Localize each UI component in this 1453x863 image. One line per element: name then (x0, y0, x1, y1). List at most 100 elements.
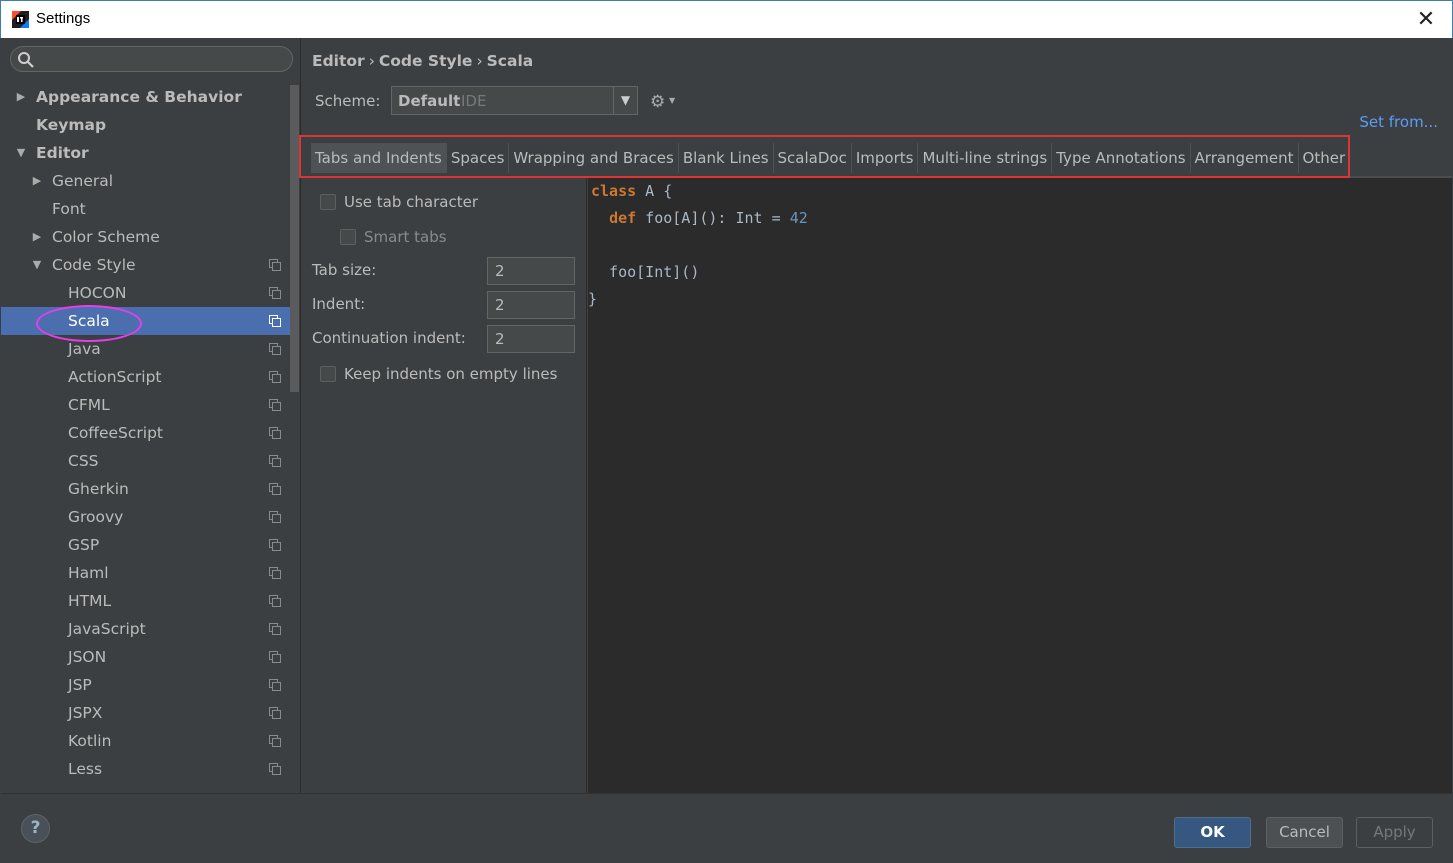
copy-icon[interactable] (269, 595, 281, 607)
sidebar-item-scala[interactable]: Scala (1, 307, 291, 335)
collapsed-arrow-icon[interactable]: ▶ (30, 167, 44, 195)
sidebar-item-label: Keymap (36, 116, 107, 134)
sidebar-item-gherkin[interactable]: Gherkin (1, 475, 291, 503)
sidebar-item-kotlin[interactable]: Kotlin (1, 727, 291, 755)
gear-icon[interactable]: ⚙ (650, 92, 665, 112)
tab-tabs-and-indents[interactable]: Tabs and Indents (311, 143, 447, 173)
sidebar-item-javascript[interactable]: JavaScript (1, 615, 291, 643)
tab-spaces[interactable]: Spaces (447, 143, 510, 173)
sidebar-item-label: JSON (68, 648, 107, 666)
sidebar-item-haml[interactable]: Haml (1, 559, 291, 587)
code-keyword: class (591, 182, 637, 200)
sidebar-item-label: Color Scheme (52, 228, 160, 246)
tab-scaladoc[interactable]: ScalaDoc (774, 143, 852, 173)
sidebar-item-jsp[interactable]: JSP (1, 671, 291, 699)
settings-search-input[interactable] (10, 46, 293, 72)
breadcrumb-code-style: Code Style (378, 52, 473, 70)
collapsed-arrow-icon[interactable]: ▶ (14, 83, 28, 111)
copy-icon[interactable] (269, 315, 281, 327)
copy-icon[interactable] (269, 511, 281, 523)
tab-wrapping-and-braces[interactable]: Wrapping and Braces (509, 143, 679, 173)
ok-button[interactable]: OK (1174, 817, 1251, 848)
sidebar-item-actionscript[interactable]: ActionScript (1, 363, 291, 391)
sidebar-item-groovy[interactable]: Groovy (1, 503, 291, 531)
breadcrumb-separator: › (368, 52, 375, 70)
sidebar-item-label: Appearance & Behavior (36, 88, 242, 106)
sidebar-item-editor[interactable]: ▼ Editor (1, 139, 291, 167)
copy-icon[interactable] (269, 763, 281, 775)
sidebar-item-label: JavaScript (68, 620, 146, 638)
continuation-indent-input[interactable]: 2 (487, 325, 575, 353)
tab-arrangement[interactable]: Arrangement (1191, 143, 1299, 173)
sidebar-item-label: Gherkin (68, 480, 129, 498)
copy-icon[interactable] (269, 455, 281, 467)
window-title: Settings (36, 10, 91, 27)
copy-icon[interactable] (269, 735, 281, 747)
sidebar-item-cfml[interactable]: CFML (1, 391, 291, 419)
copy-icon[interactable] (269, 343, 281, 355)
copy-icon[interactable] (269, 259, 281, 271)
sidebar-item-code-style[interactable]: ▼ Code Style (1, 251, 291, 279)
code-style-tabs: Tabs and Indents Spaces Wrapping and Brace… (311, 143, 1351, 173)
close-window-button[interactable]: ✕ (1412, 6, 1440, 34)
copy-icon[interactable] (269, 679, 281, 691)
use-tab-character-checkbox[interactable] (320, 194, 336, 210)
expanded-arrow-icon[interactable]: ▼ (14, 139, 28, 167)
copy-icon[interactable] (269, 427, 281, 439)
sidebar-item-label: Haml (68, 564, 109, 582)
sidebar-item-hocon[interactable]: HOCON (1, 279, 291, 307)
dialog-button-bar: ? OK Cancel Apply (1, 793, 1452, 862)
apply-button[interactable]: Apply (1356, 817, 1433, 848)
collapsed-arrow-icon[interactable]: ▶ (30, 223, 44, 251)
keep-indents-checkbox[interactable] (320, 366, 336, 382)
copy-icon[interactable] (269, 371, 281, 383)
sidebar-item-appearance-behavior[interactable]: ▶ Appearance & Behavior (1, 83, 291, 111)
copy-icon[interactable] (269, 623, 281, 635)
code-text: A { (636, 182, 673, 200)
cancel-button[interactable]: Cancel (1266, 817, 1343, 848)
indent-input[interactable]: 2 (487, 291, 575, 319)
tab-size-label: Tab size: (312, 261, 377, 279)
sidebar-item-less[interactable]: Less (1, 755, 291, 783)
smart-tabs-checkbox[interactable] (340, 229, 356, 245)
sidebar-item-label: Scala (68, 312, 110, 330)
copy-icon[interactable] (269, 707, 281, 719)
continuation-indent-label: Continuation indent: (312, 329, 466, 347)
copy-icon[interactable] (269, 399, 281, 411)
tab-multi-line-strings[interactable]: Multi-line strings (918, 143, 1053, 173)
sidebar-item-html[interactable]: HTML (1, 587, 291, 615)
copy-icon[interactable] (269, 287, 281, 299)
search-icon (18, 52, 34, 68)
copy-icon[interactable] (269, 539, 281, 551)
copy-icon[interactable] (269, 567, 281, 579)
sidebar-item-json[interactable]: JSON (1, 643, 291, 671)
tab-type-annotations[interactable]: Type Annotations (1052, 143, 1191, 173)
tab-imports[interactable]: Imports (852, 143, 919, 173)
expanded-arrow-icon[interactable]: ▼ (30, 251, 44, 279)
chevron-down-icon[interactable]: ▼ (613, 87, 637, 114)
gear-dropdown-icon[interactable]: ▼ (669, 96, 675, 105)
sidebar-item-label: JSPX (68, 704, 103, 722)
sidebar-item-css[interactable]: CSS (1, 447, 291, 475)
scheme-dropdown[interactable]: Default IDE ▼ (391, 86, 638, 115)
sidebar-scrollbar[interactable] (290, 85, 299, 392)
sidebar-item-jspx[interactable]: JSPX (1, 699, 291, 727)
tab-size-input[interactable]: 2 (487, 257, 575, 285)
copy-icon[interactable] (269, 651, 281, 663)
tab-other[interactable]: Other (1299, 143, 1351, 173)
sidebar-item-general[interactable]: ▶ General (1, 167, 291, 195)
sidebar-item-font[interactable]: Font (1, 195, 291, 223)
sidebar-item-keymap[interactable]: Keymap (1, 111, 291, 139)
copy-icon[interactable] (269, 483, 281, 495)
sidebar-item-gsp[interactable]: GSP (1, 531, 291, 559)
tab-blank-lines[interactable]: Blank Lines (679, 143, 774, 173)
set-from-link[interactable]: Set from... (1359, 113, 1438, 131)
indent-label: Indent: (312, 295, 366, 313)
help-button[interactable]: ? (21, 814, 50, 843)
sidebar-item-coffeescript[interactable]: CoffeeScript (1, 419, 291, 447)
sidebar-item-java[interactable]: Java (1, 335, 291, 363)
code-style-panel: Editor › Code Style › Scala Scheme: Default … (299, 38, 1452, 793)
code-preview[interactable]: class A { def foo[A](): Int = 42 foo[Int… (588, 178, 1452, 793)
scheme-label: Scheme: (315, 92, 381, 110)
sidebar-item-color-scheme[interactable]: ▶ Color Scheme (1, 223, 291, 251)
